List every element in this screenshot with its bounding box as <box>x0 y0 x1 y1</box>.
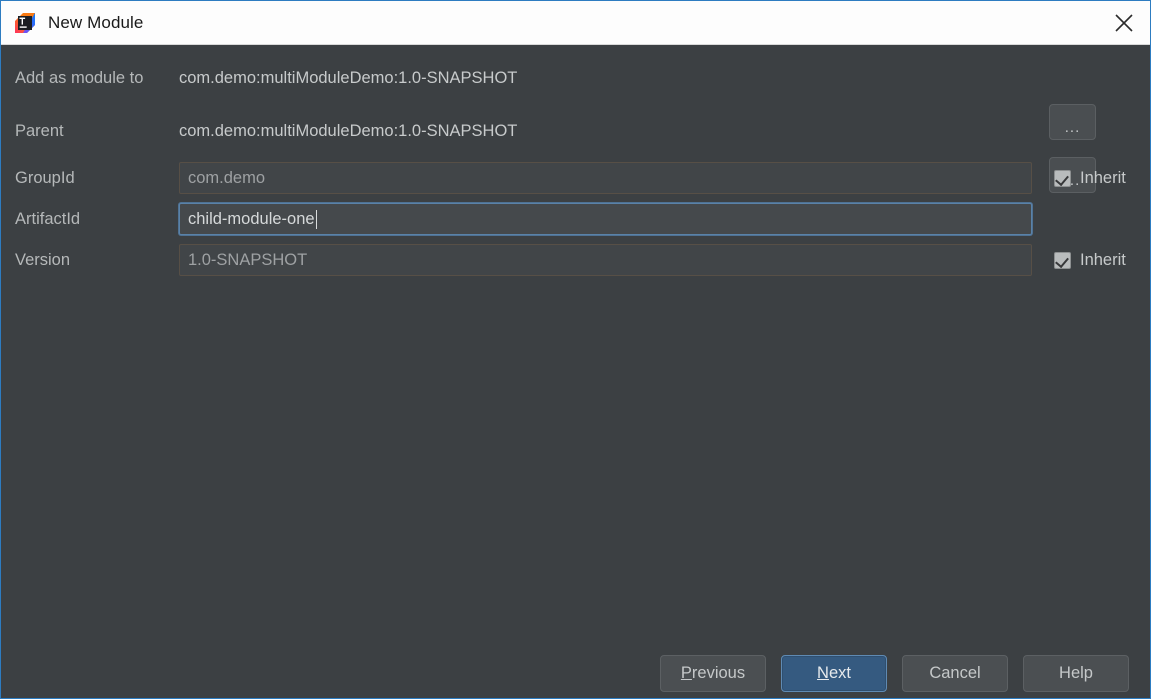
previous-button-mnemonic: P <box>680 663 692 682</box>
artifactid-value: child-module-one <box>188 209 315 228</box>
artifactid-input[interactable]: child-module-one <box>179 203 1032 235</box>
checkmark-icon <box>1054 251 1071 269</box>
previous-button[interactable]: Previous <box>660 654 766 692</box>
previous-button-label: revious <box>691 663 746 682</box>
row-parent: Parent com.demo:multiModuleDemo:1.0-SNAP… <box>2 116 1149 146</box>
window-title: New Module <box>48 12 144 32</box>
intellij-idea-icon <box>14 12 36 34</box>
label-version: Version <box>15 251 71 269</box>
cancel-button[interactable]: Cancel <box>902 654 1008 692</box>
label-artifactid: ArtifactId <box>15 210 81 228</box>
version-value: 1.0-SNAPSHOT <box>188 250 308 269</box>
inherit-label-version: Inherit <box>1080 250 1126 269</box>
label-parent: Parent <box>15 122 64 140</box>
inherit-checkbox-version[interactable]: Inherit <box>1054 245 1126 275</box>
new-module-dialog: New Module Add as module to com.demo:mul… <box>0 0 1151 699</box>
next-button-label: ext <box>828 663 851 682</box>
row-add-as-module-to: Add as module to com.demo:multiModuleDem… <box>2 63 1149 93</box>
help-button[interactable]: Help <box>1023 654 1129 692</box>
next-button-mnemonic: N <box>817 663 829 682</box>
inherit-checkbox-groupid[interactable]: Inherit <box>1054 163 1126 193</box>
value-parent: com.demo:multiModuleDemo:1.0-SNAPSHOT <box>179 122 518 140</box>
next-button[interactable]: Next <box>781 654 887 692</box>
close-icon[interactable] <box>1098 1 1150 44</box>
label-add-as-module-to: Add as module to <box>15 69 144 87</box>
version-input[interactable]: 1.0-SNAPSHOT <box>179 244 1032 276</box>
inherit-label-groupid: Inherit <box>1080 168 1126 187</box>
title-bar: New Module <box>1 1 1150 45</box>
form-area: Add as module to com.demo:multiModuleDem… <box>2 45 1149 698</box>
groupid-input[interactable]: com.demo <box>179 162 1032 194</box>
label-groupid: GroupId <box>15 169 75 187</box>
text-caret <box>315 209 317 229</box>
checkmark-icon <box>1054 169 1071 187</box>
value-add-as-module-to: com.demo:multiModuleDemo:1.0-SNAPSHOT <box>179 69 518 87</box>
groupid-value: com.demo <box>188 168 266 187</box>
dialog-button-bar: Previous Next Cancel Help <box>2 648 1149 698</box>
